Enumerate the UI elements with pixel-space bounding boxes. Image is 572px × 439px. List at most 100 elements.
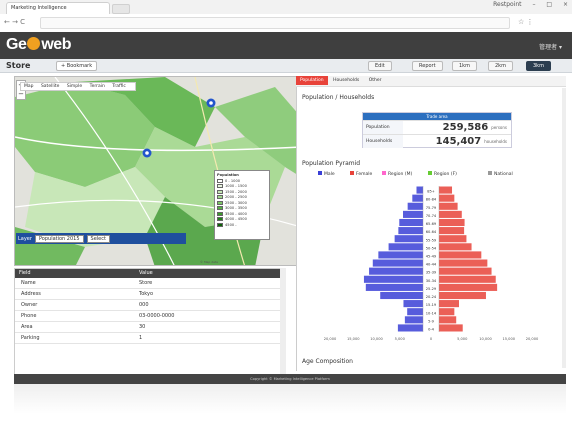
legend-title: Population [217,173,239,177]
population-pyramid-chart: Male Female Region (M) Region (F) National 0-… [318,171,539,341]
pyramid-bar-female [439,227,465,235]
tab-other[interactable]: Other [365,76,386,85]
pyramid-bar-female [439,194,455,202]
pyramid-bar-female [439,267,492,275]
legend-swatch [350,171,354,175]
legend-swatch [318,171,322,175]
user-menu[interactable]: 管理者 ▾ [539,42,562,51]
pyramid-bar-male [398,227,423,235]
map-type-tabs: Map Satellite Simple Terrain Traffic [20,82,136,91]
table-row: Name Store [15,278,283,289]
range-3km-button[interactable]: 3km [526,61,551,71]
table-cell-value: Tokyo [139,291,153,297]
pyramid-bar-female [439,243,472,251]
pyramid-bar-male [412,194,423,202]
range-1km-button[interactable]: 1km [452,61,477,71]
table-cell-field: Owner [21,302,38,308]
pyramid-bar-male [407,308,423,316]
age-tick-label: 75-79 [426,206,437,210]
pyramid-bar-male [378,251,423,259]
layer-select-2[interactable]: Select [86,234,110,243]
caption-text [0,412,572,439]
close-icon[interactable]: × [563,1,568,8]
legend-label: 2500 - 3000 [225,200,247,205]
x-tick-label: 15,000 [502,337,515,341]
x-tick-label: 20,000 [324,337,337,341]
table-row: Area 30 [15,322,283,333]
maximize-icon[interactable]: □ [546,1,552,8]
age-tick-label: 65-69 [426,222,437,226]
legend-swatch [217,195,223,200]
column-header-field: Field [19,270,31,276]
tab-households[interactable]: Households [329,76,363,85]
map-tab-terrain[interactable]: Terrain [90,84,105,89]
table-cell-value: 1 [139,335,143,341]
pyramid-bar-male [416,186,423,194]
app-header [0,32,572,59]
pyramid-bar-male [403,300,423,308]
legend-label: Region (M) [388,171,412,177]
logo-text-post: web [41,36,71,53]
pyramid-bar-male [407,202,423,210]
section-title-population: Population / Households [302,94,375,101]
table-scrollbar[interactable] [280,268,286,376]
pyramid-bar-female [439,259,488,267]
pyramid-bar-male [404,316,423,324]
layer-select[interactable]: Population 2015 [34,234,84,243]
age-tick-label: 25-29 [426,287,437,291]
legend-swatch [382,171,386,175]
legend-label: National [494,171,513,177]
age-tick-label: 30-34 [426,279,437,283]
age-tick-label: 45-49 [426,255,437,259]
pyramid-bar-female [439,308,455,316]
pyramid-bar-male [388,243,423,251]
age-tick-label: 50-54 [426,246,437,250]
map-tab-traffic[interactable]: Traffic [112,84,126,89]
layer-label: Layer [18,235,32,242]
legend-swatch [217,206,223,211]
new-tab-button[interactable] [112,4,130,14]
summary-unit: households [484,139,507,144]
legend-swatch [217,200,223,205]
nav-buttons[interactable]: ← → C [4,18,25,26]
age-tick-label: 0-4 [428,328,435,332]
tab-population[interactable]: Population [296,76,328,85]
panel-scrollbar[interactable] [562,88,566,368]
edit-button[interactable]: Edit [368,61,392,71]
map-tab-simple[interactable]: Simple [67,84,82,89]
section-title-age: Age Composition [302,358,353,365]
table-cell-field: Address [21,291,41,297]
pyramid-bar-male [399,218,423,227]
analysis-tabs: Population Households Other [296,76,566,87]
x-tick-label: 20,000 [526,337,539,341]
legend-swatch [217,217,223,222]
x-tick-label: 5,000 [395,337,406,341]
range-2km-button[interactable]: 2km [488,61,513,71]
minimize-icon[interactable]: – [532,1,535,8]
layer-bar: Layer Population 2015 Select [16,233,186,244]
pyramid-bar-female [439,291,486,300]
pyramid-bar-female [439,235,467,243]
summary-value: 259,586 [442,122,489,133]
bookmark-button[interactable]: + Bookmark [56,61,98,71]
browser-tab[interactable]: Marketing Intelligence [6,2,110,14]
legend-label: Female [356,171,373,177]
pyramid-bar-female [439,202,458,210]
geoweb-logo: Ge web [6,36,71,54]
pyramid-bar-female [439,283,498,291]
window-user-label: Restpoint [493,1,522,8]
url-input[interactable] [40,17,510,29]
map-tab-map[interactable]: Map [24,84,34,89]
map-tab-satellite[interactable]: Satellite [41,84,59,89]
report-button[interactable]: Report [412,61,443,71]
pyramid-bar-female [439,186,453,194]
pyramid-bar-male [403,210,423,218]
summary-row-households: Households 145,407 households [363,134,511,148]
pyramid-bar-male [363,275,423,283]
browser-menu-icon[interactable]: ☆ ⋮ [518,18,534,26]
age-tick-label: 55-59 [426,238,437,242]
table-cell-field: Name [21,280,36,286]
table-row: Parking 1 [15,333,283,344]
age-tick-label: 20-24 [426,295,437,299]
pyramid-bar-male [380,291,423,300]
